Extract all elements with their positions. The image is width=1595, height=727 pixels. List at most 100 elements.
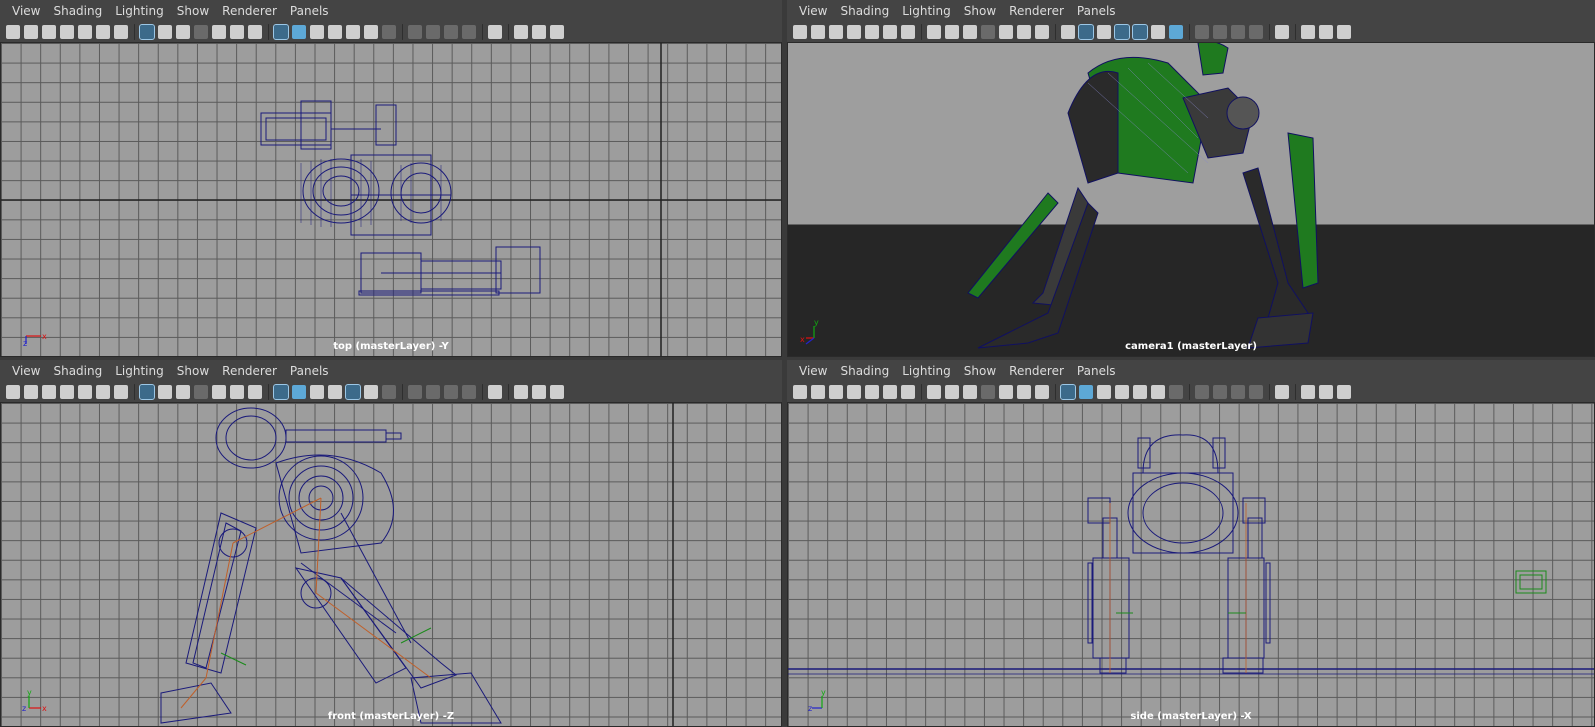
bookmark-icon[interactable]: [847, 25, 861, 39]
aa-icon[interactable]: [1231, 385, 1245, 399]
resolution-gate-icon[interactable]: [963, 385, 977, 399]
safe-title-icon[interactable]: [248, 385, 262, 399]
menu-view[interactable]: View: [799, 364, 827, 378]
menu-lighting[interactable]: Lighting: [115, 364, 164, 378]
pencil-icon[interactable]: [865, 25, 879, 39]
wireframe-on-shaded-icon[interactable]: [328, 25, 342, 39]
pencil-icon[interactable]: [78, 385, 92, 399]
xray-icon[interactable]: [1132, 24, 1148, 40]
aa-icon[interactable]: [444, 385, 458, 399]
menu-lighting[interactable]: Lighting: [115, 4, 164, 18]
wireframe-icon[interactable]: [273, 384, 289, 400]
xray-active-icon[interactable]: [532, 25, 546, 39]
camera-icon[interactable]: [793, 25, 807, 39]
menu-show[interactable]: Show: [964, 364, 996, 378]
field-chart-icon[interactable]: [212, 385, 226, 399]
xray-icon[interactable]: [346, 25, 360, 39]
menu-view[interactable]: View: [12, 4, 40, 18]
camera-lock-icon[interactable]: [24, 25, 38, 39]
pan-icon[interactable]: [883, 25, 897, 39]
menu-renderer[interactable]: Renderer: [222, 4, 277, 18]
default-material-icon[interactable]: [310, 25, 324, 39]
shadows-icon[interactable]: [1169, 385, 1183, 399]
camera-attr-icon[interactable]: [829, 385, 843, 399]
field-chart-icon[interactable]: [999, 385, 1013, 399]
menu-panels[interactable]: Panels: [1077, 4, 1116, 18]
grid-icon[interactable]: [139, 384, 155, 400]
screen-ao-icon[interactable]: [408, 25, 422, 39]
default-material-icon[interactable]: [310, 385, 324, 399]
menu-lighting[interactable]: Lighting: [902, 364, 951, 378]
horizontal-panel-splitter[interactable]: [0, 357, 1595, 360]
menu-show[interactable]: Show: [177, 4, 209, 18]
use-lights-icon[interactable]: [364, 385, 378, 399]
safe-title-icon[interactable]: [1035, 25, 1049, 39]
xray-joints-icon[interactable]: [514, 25, 528, 39]
menu-shading[interactable]: Shading: [840, 4, 889, 18]
camera-lock-icon[interactable]: [24, 385, 38, 399]
grid-icon[interactable]: [139, 24, 155, 40]
grid-icon[interactable]: [927, 385, 941, 399]
top-viewport[interactable]: x z top (masterLayer) -Y: [0, 42, 782, 357]
grid-icon[interactable]: [927, 25, 941, 39]
isolate-icon[interactable]: [1275, 385, 1289, 399]
wireframe-icon[interactable]: [1060, 384, 1076, 400]
menu-shading[interactable]: Shading: [840, 364, 889, 378]
resolution-gate-icon[interactable]: [176, 25, 190, 39]
wireframe-icon[interactable]: [1061, 25, 1075, 39]
grease-pencil-icon[interactable]: [114, 25, 128, 39]
menu-panels[interactable]: Panels: [290, 4, 329, 18]
screen-ao-icon[interactable]: [1195, 385, 1209, 399]
pencil-icon[interactable]: [78, 25, 92, 39]
camera-icon[interactable]: [6, 25, 20, 39]
use-lights-icon[interactable]: [364, 25, 378, 39]
side-view-panel[interactable]: View Shading Lighting Show Renderer Pane…: [787, 360, 1595, 727]
gate-mask-icon[interactable]: [981, 385, 995, 399]
safe-title-icon[interactable]: [248, 25, 262, 39]
film-gate-icon[interactable]: [158, 25, 172, 39]
use-lights-icon[interactable]: [1151, 385, 1165, 399]
camera-attributes-icon[interactable]: [1337, 385, 1351, 399]
grease-pencil-icon[interactable]: [901, 385, 915, 399]
aa-icon[interactable]: [1231, 25, 1245, 39]
camera-lock-icon[interactable]: [811, 385, 825, 399]
aa-icon[interactable]: [444, 25, 458, 39]
menu-show[interactable]: Show: [177, 364, 209, 378]
screen-ao-icon[interactable]: [1195, 25, 1209, 39]
film-gate-icon[interactable]: [945, 385, 959, 399]
vertical-panel-splitter[interactable]: [782, 0, 787, 727]
front-viewport[interactable]: y x z front (masterLayer) -Z: [0, 402, 782, 727]
camera-attributes-icon[interactable]: [1337, 25, 1351, 39]
use-lights-icon[interactable]: [1151, 25, 1165, 39]
wireframe-on-shaded-icon[interactable]: [1115, 385, 1129, 399]
xray-joints-icon[interactable]: [1301, 25, 1315, 39]
front-view-panel[interactable]: View Shading Lighting Show Renderer Pane…: [0, 360, 782, 727]
pan-icon[interactable]: [96, 385, 110, 399]
menu-renderer[interactable]: Renderer: [1009, 364, 1064, 378]
menu-renderer[interactable]: Renderer: [1009, 4, 1064, 18]
persp-view-panel[interactable]: View Shading Lighting Show Renderer Pane…: [787, 0, 1595, 357]
menu-show[interactable]: Show: [964, 4, 996, 18]
pan-icon[interactable]: [96, 25, 110, 39]
film-gate-icon[interactable]: [158, 385, 172, 399]
smooth-shade-icon[interactable]: [292, 385, 306, 399]
shadows-icon[interactable]: [382, 385, 396, 399]
xray-active-icon[interactable]: [532, 385, 546, 399]
camera-attr-icon[interactable]: [829, 25, 843, 39]
menu-view[interactable]: View: [799, 4, 827, 18]
camera-attributes-icon[interactable]: [550, 25, 564, 39]
smooth-shade-icon[interactable]: [1079, 385, 1093, 399]
dof-icon[interactable]: [1249, 385, 1263, 399]
grease-pencil-icon[interactable]: [114, 385, 128, 399]
menu-lighting[interactable]: Lighting: [902, 4, 951, 18]
camera-icon[interactable]: [793, 385, 807, 399]
dof-icon[interactable]: [462, 385, 476, 399]
xray-icon[interactable]: [345, 384, 361, 400]
menu-renderer[interactable]: Renderer: [222, 364, 277, 378]
resolution-gate-icon[interactable]: [963, 25, 977, 39]
motion-blur-icon[interactable]: [1213, 25, 1227, 39]
menu-shading[interactable]: Shading: [53, 364, 102, 378]
camera-attr-icon[interactable]: [42, 25, 56, 39]
gate-mask-icon[interactable]: [981, 25, 995, 39]
smooth-shade-icon[interactable]: [292, 25, 306, 39]
